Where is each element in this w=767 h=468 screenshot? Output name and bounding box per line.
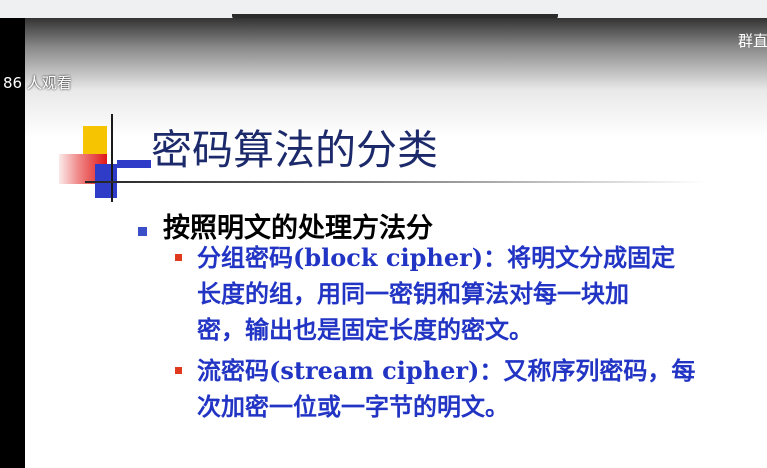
block-cipher-line-2: 长度的组，用同一密钥和算法对每一块加 — [197, 280, 629, 308]
slide-title: 密码算法的分类 — [151, 126, 438, 174]
stream-cipher-text-1: ：又称序列密码，每 — [479, 357, 696, 385]
slide-deco-yellow-square — [83, 126, 107, 154]
slide-title-underline — [85, 181, 705, 183]
level2-bullet-2 — [175, 367, 182, 374]
block-cipher-line-1: 分组密码(block cipher)：将明文分成固定 — [197, 240, 675, 276]
stream-cipher-line-2: 次加密一位或一字节的明文。 — [197, 393, 509, 421]
viewer-count: 86 人观看 — [3, 74, 72, 92]
slide-deco-vertical-line — [111, 114, 113, 202]
block-cipher-line-3: 密，输出也是固定长度的密文。 — [197, 316, 533, 344]
slide-deco-blue-bar — [117, 160, 151, 168]
stream-cipher-line-1: 流密码(stream cipher)：又称序列密码，每 — [197, 353, 695, 389]
block-cipher-term: 分组密码 — [197, 244, 293, 272]
video-player[interactable]: 密码算法的分类 按照明文的处理方法分 分组密码(block cipher)：将明… — [25, 18, 767, 468]
block-cipher-term-en: (block cipher) — [293, 243, 484, 272]
group-label[interactable]: 群直 — [738, 32, 767, 50]
block-cipher-text-1: ：将明文分成固定 — [483, 244, 676, 272]
stream-cipher-term-en: (stream cipher) — [269, 356, 480, 385]
level2-bullet-1 — [175, 254, 182, 261]
level1-bullet — [138, 227, 147, 236]
stream-cipher-term: 流密码 — [197, 357, 269, 385]
video-top-gradient — [25, 18, 767, 138]
browser-top-bar — [0, 0, 767, 19]
